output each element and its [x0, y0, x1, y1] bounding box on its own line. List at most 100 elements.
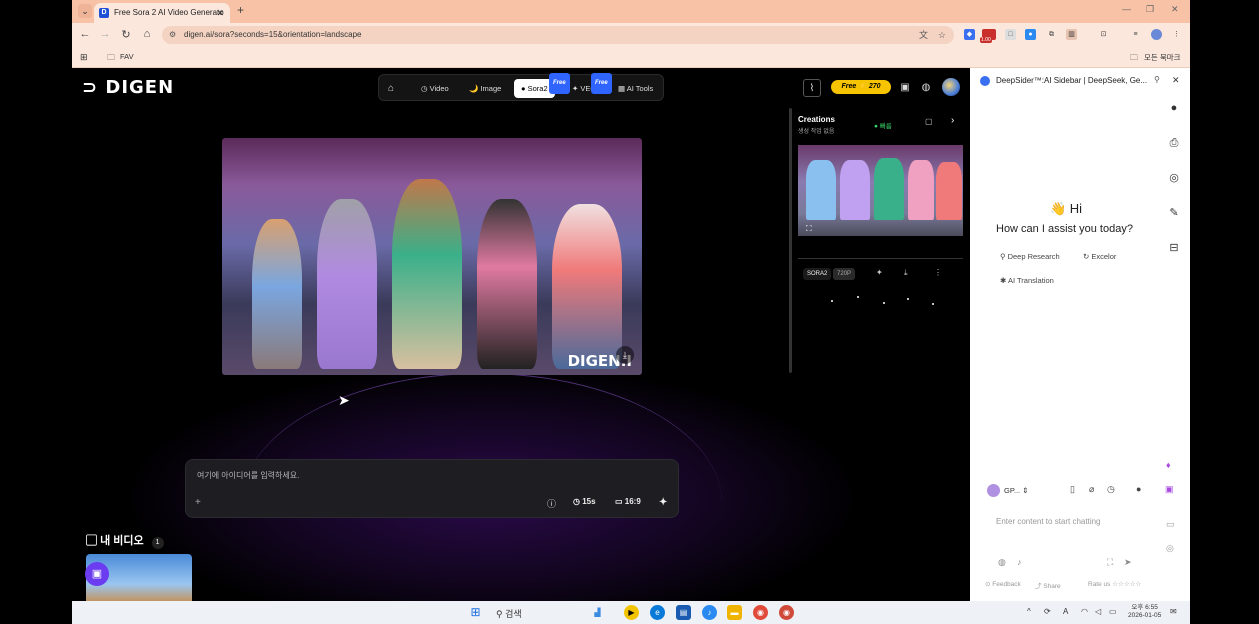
chevron-right-icon[interactable]: › [951, 115, 954, 126]
all-bookmarks[interactable]: 모든 북마크 [1144, 52, 1181, 63]
video-preview[interactable]: DIGEN.I ⤓ [222, 138, 642, 375]
taskbar-search[interactable]: ⚲ 검색 [496, 607, 522, 620]
chat-icon[interactable]: ● [1166, 100, 1182, 116]
gift-icon[interactable]: ▣ [1165, 484, 1174, 495]
media-icon[interactable]: ≡ [1130, 29, 1141, 40]
send-icon[interactable]: ➤ [1124, 557, 1132, 568]
pin-icon[interactable]: ⚲ [1154, 75, 1160, 84]
new-tab-button[interactable]: + [237, 3, 244, 17]
menu-kebab-icon[interactable]: ⋮ [1171, 29, 1182, 40]
file-explorer-icon[interactable]: ▬ [727, 605, 742, 620]
translate-icon[interactable]: ⎙ [1166, 135, 1182, 151]
toolbox-icon[interactable]: ⊟ [1166, 240, 1182, 256]
edge-icon[interactable]: e [650, 605, 665, 620]
web-search-icon[interactable]: ◍ [998, 557, 1006, 568]
bookmark-fav[interactable]: FAV [120, 52, 134, 61]
ime-icon[interactable]: A [1063, 607, 1068, 616]
credits-pill[interactable]: Free ⚡ 270 [831, 80, 891, 94]
user-avatar[interactable] [942, 78, 960, 96]
writing-icon[interactable]: ✎ [1166, 205, 1182, 221]
chip-deep-research[interactable]: ⚲ Deep Research [1000, 252, 1060, 261]
tray-chevron-icon[interactable]: ^ [1027, 607, 1031, 616]
clock[interactable]: 오후 6:55 2026-01-05 [1128, 604, 1161, 620]
model-selector[interactable]: GP... ⇕ [1004, 486, 1029, 495]
history-icon[interactable]: ◷ [1107, 484, 1115, 495]
prompt-input[interactable]: 여기에 아이디어를 입력하세요. [197, 470, 299, 481]
layout-toggle-icon[interactable]: ▢ [925, 117, 933, 126]
chrome-icon[interactable]: ◉ [753, 605, 768, 620]
enhance-sparkle-icon[interactable]: ✦ [876, 268, 883, 277]
new-chat-icon[interactable]: ● [1136, 484, 1141, 494]
globe-icon[interactable]: ◍ [917, 79, 935, 97]
generate-sparkle-icon[interactable]: ✦ [659, 497, 667, 508]
nav-sora2[interactable]: ● Sora2 Free [514, 73, 570, 98]
extension-icon[interactable]: □ [1005, 29, 1016, 40]
close-sidebar-icon[interactable]: ✕ [1172, 75, 1180, 86]
back-icon[interactable]: ← [78, 28, 92, 40]
nav-ai-tools[interactable]: ▦ AI Tools [618, 79, 653, 98]
widgets-icon[interactable]: ▟ [590, 605, 605, 620]
sidebar-toggle-icon[interactable]: ▥ [1066, 29, 1077, 40]
add-icon[interactable]: + [195, 497, 201, 508]
premium-gem-icon[interactable]: ♦ [1166, 460, 1171, 470]
ai-assist-icon[interactable]: ◎ [1166, 170, 1182, 186]
app-icon[interactable]: ♪ [702, 605, 717, 620]
rate-us[interactable]: Rate us ☆☆☆☆☆ [1088, 580, 1141, 588]
windows-start-icon[interactable]: ⊞ [468, 605, 483, 620]
chat-input[interactable]: Enter content to start chatting [996, 517, 1101, 526]
microphone-icon[interactable]: ♪ [1017, 557, 1022, 567]
tray-app-icon[interactable]: ⟳ [1044, 607, 1051, 616]
tab-search-button[interactable]: ⌄ [78, 4, 92, 18]
share-link[interactable]: ⤴ Share [1035, 580, 1061, 590]
store-icon[interactable]: ▤ [676, 605, 691, 620]
feedback-link[interactable]: ⊙ Feedback [985, 580, 1021, 588]
settings-icon[interactable]: ◎ [1166, 543, 1174, 554]
book-icon[interactable]: ▯ [1070, 484, 1075, 495]
minimize-icon[interactable]: — [1122, 4, 1131, 14]
forward-icon[interactable]: → [98, 28, 112, 40]
tab-close-icon[interactable]: ✕ [216, 3, 224, 23]
bookmark-star-icon[interactable]: ☆ [938, 26, 946, 44]
extension-icon[interactable]: ◆ [964, 29, 975, 40]
nav-home-icon[interactable]: ⌂ [388, 79, 394, 98]
translate-icon[interactable]: 文 [919, 26, 928, 44]
nav-veo[interactable]: ✦ VEO Free [572, 73, 612, 98]
home-icon[interactable]: ⌂ [140, 28, 154, 40]
restore-icon[interactable]: ❐ [1146, 4, 1154, 15]
download-icon[interactable]: ⤓ [904, 268, 908, 278]
close-window-icon[interactable]: ✕ [1171, 4, 1179, 15]
sound-wave-icon[interactable]: ⌇ [803, 79, 821, 97]
creation-thumbnail[interactable]: ⛶ [798, 145, 963, 236]
prompt-box[interactable]: 여기에 아이디어를 입력하세요. + ⓘ ◷ 15s ▭ 16:9 ✦ [185, 459, 679, 518]
expand-icon[interactable]: ⛶ [1107, 557, 1113, 568]
tab-active[interactable]: D Free Sora 2 AI Video Generato ✕ [94, 3, 230, 23]
extension-icon[interactable]: ● [1025, 29, 1036, 40]
apps-grid-icon[interactable]: ⊞ [80, 52, 88, 63]
profile-avatar-icon[interactable] [1151, 29, 1162, 40]
extensions-puzzle-icon[interactable]: ⧉ [1046, 29, 1057, 40]
chip-ai-translation[interactable]: ✱ AI Translation [1000, 276, 1054, 285]
save-icon[interactable]: ▭ [1166, 519, 1175, 530]
reload-icon[interactable]: ↻ [119, 28, 133, 41]
duration-selector[interactable]: ◷ 15s [573, 497, 596, 506]
wifi-icon[interactable]: ◠ [1081, 607, 1088, 616]
download-icon[interactable]: ⤓ [616, 346, 634, 364]
scrollbar[interactable] [789, 108, 792, 373]
chat-support-icon[interactable]: ▣ [85, 562, 109, 586]
url-field[interactable]: ⚙ digen.ai/sora?seconds=15&orientation=l… [162, 26, 954, 44]
battery-icon[interactable]: ▭ [1109, 607, 1117, 616]
site-logo[interactable]: ⊃ DIGEN [82, 77, 174, 98]
nav-image[interactable]: 🌙 Image [469, 79, 501, 98]
nav-video[interactable]: ◷ Video [421, 79, 449, 98]
bookmark-icon[interactable]: ▣ [896, 79, 914, 97]
chrome-profile-icon[interactable]: ◉ [779, 605, 794, 620]
app-icon[interactable]: ▶ [624, 605, 639, 620]
ratio-selector[interactable]: ▭ 16:9 [615, 497, 641, 506]
volume-icon[interactable]: ◁ [1095, 607, 1101, 616]
info-icon[interactable]: ⓘ [547, 497, 556, 510]
fullscreen-icon[interactable]: ⛶ [806, 224, 812, 234]
screenshot-icon[interactable]: ⊡ [1098, 29, 1109, 40]
site-info-icon[interactable]: ⚙ [169, 26, 176, 44]
more-options-icon[interactable]: ⋮ [934, 268, 942, 277]
attach-icon[interactable]: ⌀ [1089, 484, 1094, 495]
